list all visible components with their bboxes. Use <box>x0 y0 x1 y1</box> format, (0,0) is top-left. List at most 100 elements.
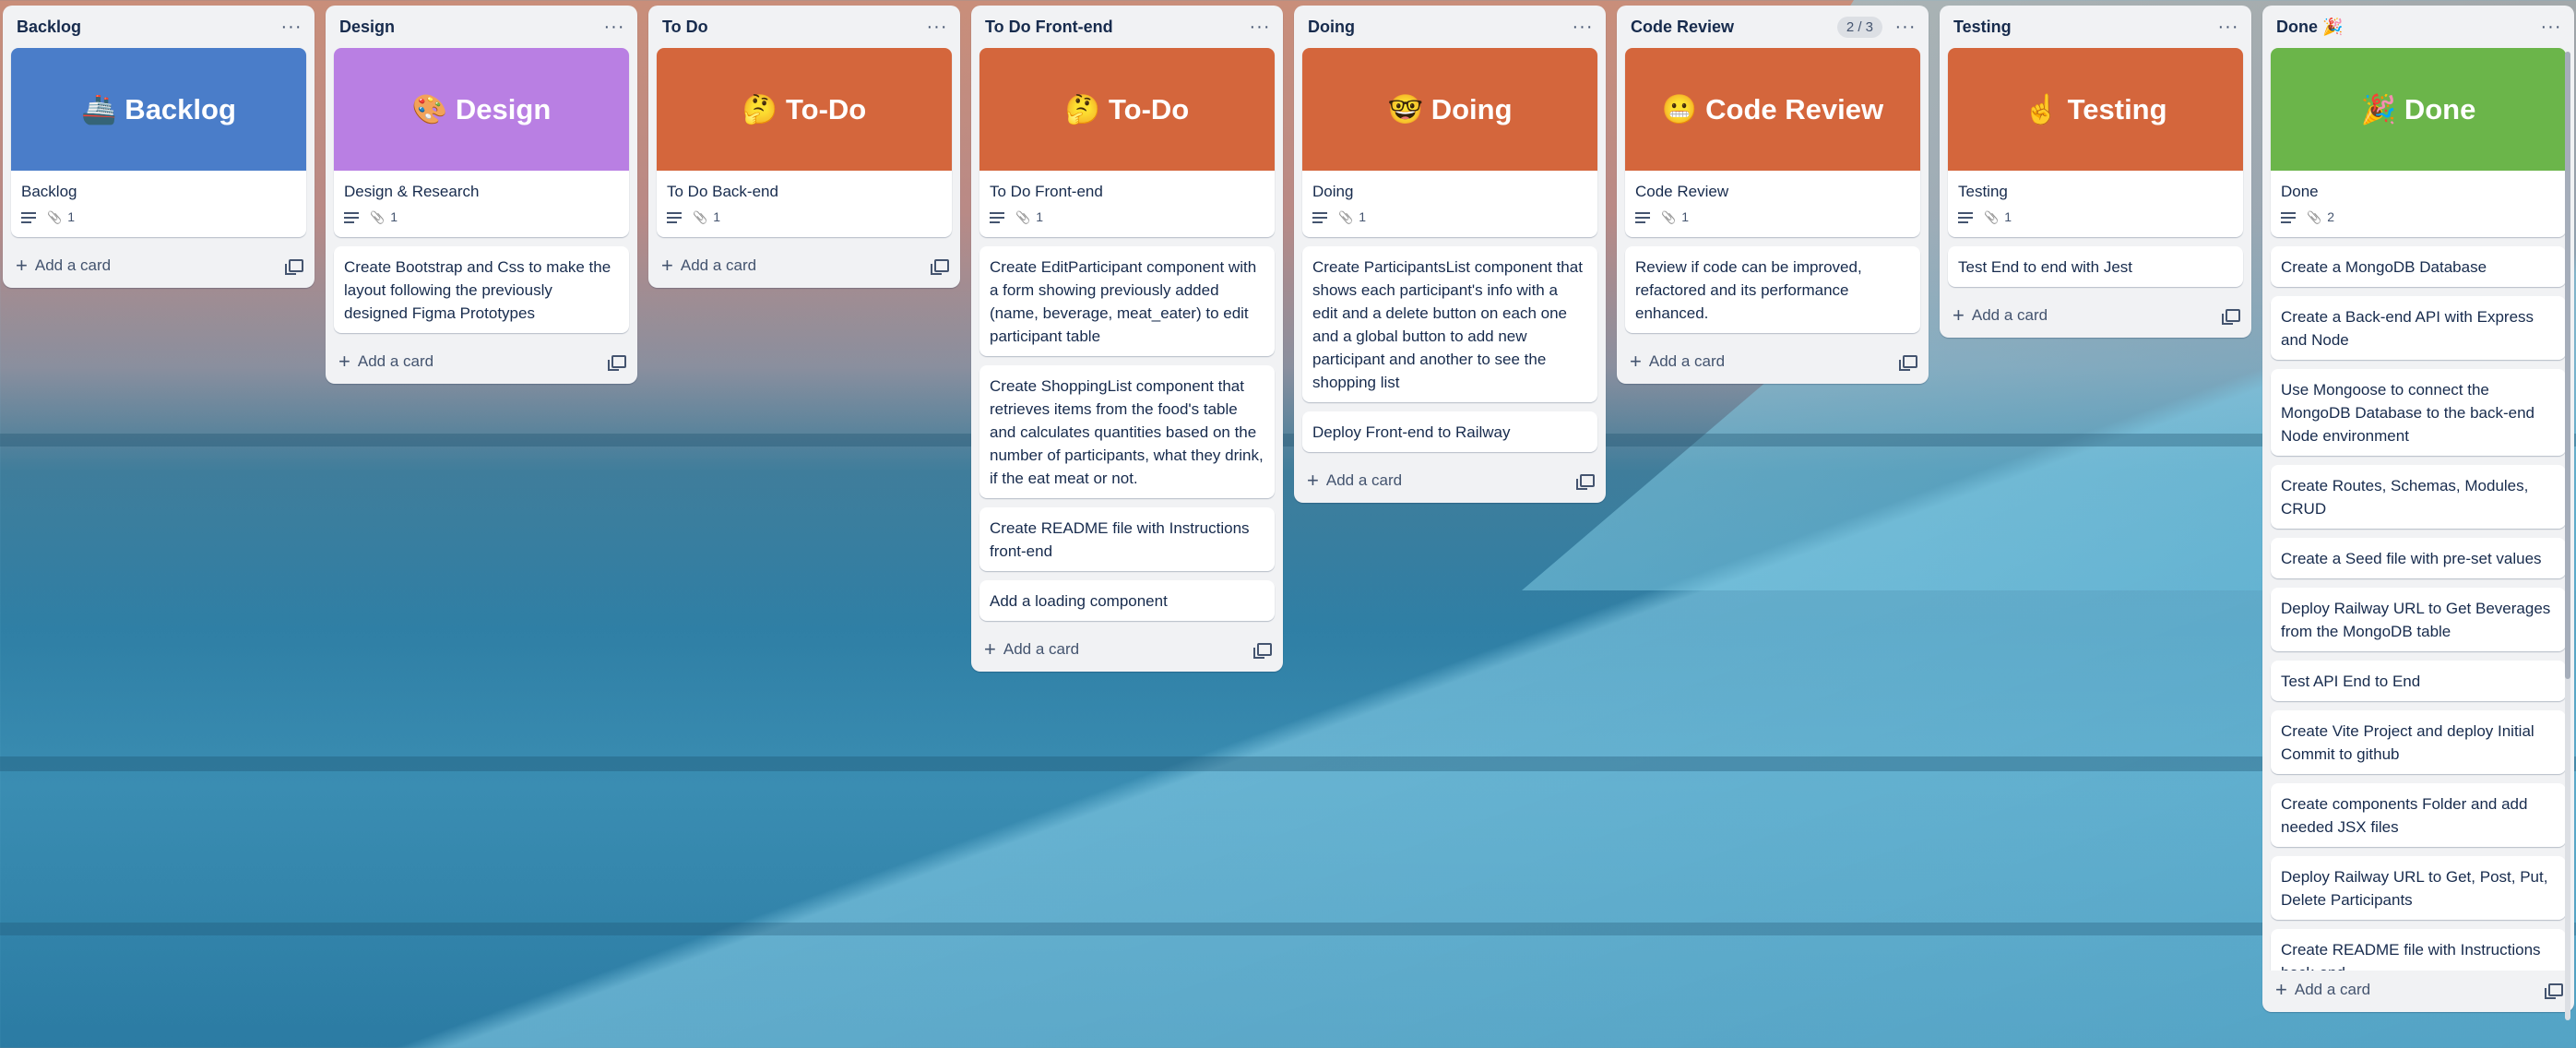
description-icon <box>344 209 359 226</box>
list-scrollbar[interactable] <box>2565 52 2570 1020</box>
list-title[interactable]: Done 🎉 <box>2276 18 2343 37</box>
plus-icon: + <box>1307 469 1319 492</box>
card[interactable]: Test End to end with Jest <box>1948 246 2243 287</box>
card-with-cover[interactable]: 😬 Code Review Code Review 📎 1 <box>1625 48 1920 237</box>
plus-icon: + <box>1953 304 1965 327</box>
list-title[interactable]: To Do Front-end <box>985 18 1113 37</box>
card-limit-badge: 2 / 3 <box>1836 16 1882 38</box>
card-title: To Do Back-end <box>667 183 778 200</box>
card[interactable]: Create ParticipantsList component that s… <box>1302 246 1597 402</box>
list-menu-button[interactable]: ··· <box>1246 17 1274 38</box>
card-title: Create README file with Instructions bac… <box>2281 941 2541 971</box>
card[interactable]: Create README file with Instructions fro… <box>979 507 1275 571</box>
add-card-button[interactable]: + Add a card <box>1630 351 1726 372</box>
list-menu-button[interactable]: ··· <box>1892 17 1919 38</box>
card-with-cover[interactable]: ☝️ Testing Testing 📎 1 <box>1948 48 2243 237</box>
attachment-count: 2 <box>2327 209 2334 224</box>
card-with-cover[interactable]: 🤓 Doing Doing 📎 1 <box>1302 48 1597 237</box>
scrollbar-thumb[interactable] <box>2565 52 2570 679</box>
list-header: To Do ··· <box>648 6 960 48</box>
card-body: Doing 📎 1 <box>1302 171 1597 237</box>
list-header-actions: ··· <box>600 17 628 38</box>
add-card-label: Add a card <box>1648 352 1726 370</box>
card[interactable]: Deploy Railway URL to Get, Post, Put, De… <box>2271 856 2566 920</box>
card[interactable]: Create ShoppingList component that retri… <box>979 365 1275 498</box>
card-title: Backlog <box>21 183 77 200</box>
list: Design ··· 🎨 Design Design & Research 📎 1 Crea… <box>326 6 637 384</box>
list-menu-button[interactable]: ··· <box>923 17 951 38</box>
list-menu-button[interactable]: ··· <box>2214 17 2242 38</box>
list-menu-button[interactable]: ··· <box>2537 17 2565 38</box>
card-with-cover[interactable]: 🎨 Design Design & Research 📎 1 <box>334 48 629 237</box>
attachment-badge: 📎 1 <box>370 206 398 229</box>
card-with-cover[interactable]: 🤔 To-Do To Do Front-end 📎 1 <box>979 48 1275 237</box>
list-menu-button[interactable]: ··· <box>278 17 305 38</box>
card-title: To Do Front-end <box>990 183 1103 200</box>
card-cover: 🤔 To-Do <box>657 48 952 171</box>
create-from-template-icon[interactable] <box>285 259 303 275</box>
add-card-button[interactable]: + Add a card <box>16 254 111 277</box>
attachment-count: 1 <box>1681 209 1689 224</box>
add-card-button[interactable]: + Add a card <box>1307 469 1402 492</box>
attachment-badge: 📎 1 <box>1984 206 2012 229</box>
description-icon <box>1635 209 1650 226</box>
card[interactable]: Review if code can be improved, refactor… <box>1625 246 1920 333</box>
card[interactable]: Create README file with Instructions bac… <box>2271 929 2566 971</box>
create-from-template-icon[interactable] <box>1576 474 1595 490</box>
card-cover: 🤓 Doing <box>1302 48 1597 171</box>
card[interactable]: Create Vite Project and deploy Initial C… <box>2271 710 2566 774</box>
create-from-template-icon[interactable] <box>1253 643 1272 659</box>
card-with-cover[interactable]: 🚢 Backlog Backlog 📎 1 <box>11 48 306 237</box>
list-header-actions: ··· <box>2537 17 2565 38</box>
card[interactable]: Create a Seed file with pre-set values <box>2271 538 2566 578</box>
card[interactable]: Create a Back-end API with Express and N… <box>2271 296 2566 360</box>
card[interactable]: Create a MongoDB Database <box>2271 246 2566 287</box>
create-from-template-icon[interactable] <box>2222 309 2240 325</box>
add-card-button[interactable]: + Add a card <box>661 254 756 277</box>
list-menu-button[interactable]: ··· <box>1569 17 1597 38</box>
card-body: Design & Research 📎 1 <box>334 171 629 237</box>
attachment-badge: 📎 1 <box>1015 206 1043 229</box>
plus-icon: + <box>2275 978 2287 1001</box>
plus-icon: + <box>16 254 28 277</box>
add-card-row: + Add a card <box>3 246 315 282</box>
create-from-template-icon[interactable] <box>608 355 626 371</box>
list-title[interactable]: Doing <box>1308 18 1355 37</box>
card[interactable]: Add a loading component <box>979 580 1275 621</box>
attachment-badge: 📎 2 <box>2307 206 2334 229</box>
card[interactable]: Create EditParticipant component with a … <box>979 246 1275 356</box>
card[interactable]: Create Routes, Schemas, Modules, CRUD <box>2271 465 2566 529</box>
list-title[interactable]: To Do <box>662 18 708 37</box>
card-badges: 📎 1 <box>667 206 942 229</box>
card[interactable]: Deploy Railway URL to Get Beverages from… <box>2271 588 2566 651</box>
create-from-template-icon[interactable] <box>1899 355 1917 371</box>
list-title[interactable]: Design <box>339 18 395 37</box>
card[interactable]: Use Mongoose to connect the MongoDB Data… <box>2271 369 2566 456</box>
add-card-button[interactable]: + Add a card <box>2275 978 2370 1001</box>
card-title: Create components Folder and add needed … <box>2281 795 2528 836</box>
card-cover: 🤔 To-Do <box>979 48 1275 171</box>
card-with-cover[interactable]: 🎉 Done Done 📎 2 <box>2271 48 2566 237</box>
paperclip-icon: 📎 <box>2307 210 2322 224</box>
add-card-button[interactable]: + Add a card <box>338 351 433 372</box>
plus-icon: + <box>661 254 673 277</box>
card[interactable]: Create components Folder and add needed … <box>2271 783 2566 847</box>
card[interactable]: Test API End to End <box>2271 661 2566 701</box>
create-from-template-icon[interactable] <box>931 259 949 275</box>
list-title[interactable]: Code Review <box>1631 18 1734 37</box>
card-with-cover[interactable]: 🤔 To-Do To Do Back-end 📎 1 <box>657 48 952 237</box>
add-card-button[interactable]: + Add a card <box>1953 304 2048 327</box>
attachment-badge: 📎 1 <box>693 206 720 229</box>
card-cover: 🚢 Backlog <box>11 48 306 171</box>
add-card-button[interactable]: + Add a card <box>984 639 1079 660</box>
card[interactable]: Deploy Front-end to Railway <box>1302 411 1597 452</box>
card-list: 🤓 Doing Doing 📎 1 Create ParticipantsList co… <box>1294 48 1606 452</box>
list-title[interactable]: Testing <box>1953 18 2012 37</box>
description-icon <box>667 209 682 226</box>
create-from-template-icon[interactable] <box>2545 983 2563 999</box>
list-menu-button[interactable]: ··· <box>600 17 628 38</box>
card[interactable]: Create Bootstrap and Css to make the lay… <box>334 246 629 333</box>
list-header: Doing ··· <box>1294 6 1606 48</box>
add-card-row: + Add a card <box>1294 461 1606 497</box>
list-title[interactable]: Backlog <box>17 18 81 37</box>
